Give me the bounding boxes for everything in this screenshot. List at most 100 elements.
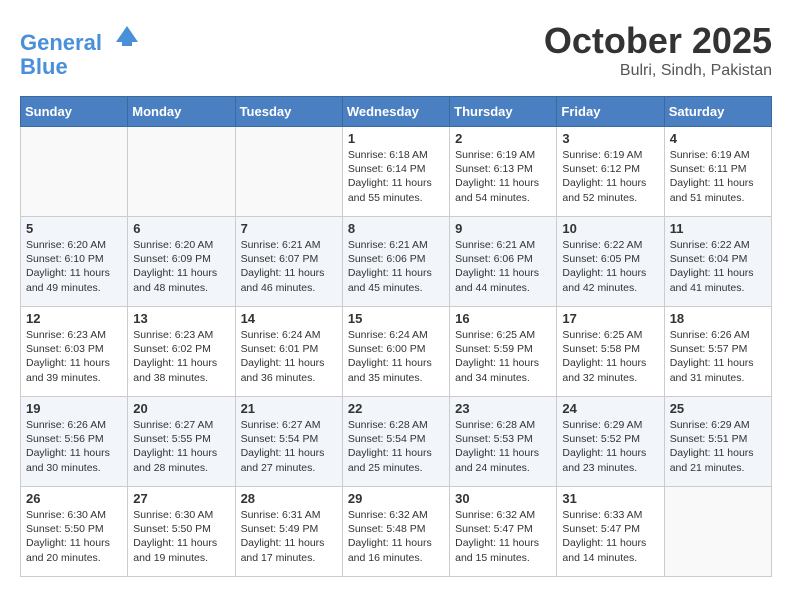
logo-blue: Blue — [20, 54, 68, 79]
day-info: Sunrise: 6:24 AM Sunset: 6:00 PM Dayligh… — [348, 328, 444, 385]
day-number: 7 — [241, 221, 337, 236]
weekday-friday: Friday — [557, 97, 664, 127]
day-cell — [235, 127, 342, 217]
day-info: Sunrise: 6:26 AM Sunset: 5:57 PM Dayligh… — [670, 328, 766, 385]
week-row-3: 12 Sunrise: 6:23 AM Sunset: 6:03 PM Dayli… — [21, 307, 772, 397]
day-cell: 26 Sunrise: 6:30 AM Sunset: 5:50 PM Dayli… — [21, 487, 128, 577]
day-cell: 17 Sunrise: 6:25 AM Sunset: 5:58 PM Dayli… — [557, 307, 664, 397]
day-cell: 5 Sunrise: 6:20 AM Sunset: 6:10 PM Daylig… — [21, 217, 128, 307]
day-number: 9 — [455, 221, 551, 236]
day-cell: 8 Sunrise: 6:21 AM Sunset: 6:06 PM Daylig… — [342, 217, 449, 307]
day-number: 21 — [241, 401, 337, 416]
day-number: 24 — [562, 401, 658, 416]
day-cell: 4 Sunrise: 6:19 AM Sunset: 6:11 PM Daylig… — [664, 127, 771, 217]
day-cell: 23Sunrise: 6:28 AM Sunset: 5:53 PM Dayli… — [450, 397, 557, 487]
day-cell: 25 Sunrise: 6:29 AM Sunset: 5:51 PM Dayli… — [664, 397, 771, 487]
day-cell: 21Sunrise: 6:27 AM Sunset: 5:54 PM Dayli… — [235, 397, 342, 487]
day-number: 26 — [26, 491, 122, 506]
day-cell: 7 Sunrise: 6:21 AM Sunset: 6:07 PM Daylig… — [235, 217, 342, 307]
day-number: 3 — [562, 131, 658, 146]
day-number: 18 — [670, 311, 766, 326]
day-number: 14 — [241, 311, 337, 326]
day-number: 15 — [348, 311, 444, 326]
day-cell: 30 Sunrise: 6:32 AM Sunset: 5:47 PM Dayli… — [450, 487, 557, 577]
location: Bulri, Sindh, Pakistan — [544, 62, 772, 80]
day-cell: 11Sunrise: 6:22 AM Sunset: 6:04 PM Dayli… — [664, 217, 771, 307]
day-info: Sunrise: 6:21 AM Sunset: 6:07 PM Dayligh… — [241, 238, 337, 295]
day-cell: 2Sunrise: 6:19 AM Sunset: 6:13 PM Daylig… — [450, 127, 557, 217]
weekday-wednesday: Wednesday — [342, 97, 449, 127]
weekday-sunday: Sunday — [21, 97, 128, 127]
day-cell — [664, 487, 771, 577]
day-number: 12 — [26, 311, 122, 326]
weekday-saturday: Saturday — [664, 97, 771, 127]
day-info: Sunrise: 6:20 AM Sunset: 6:09 PM Dayligh… — [133, 238, 229, 295]
page-header: General Blue October 2025 Bulri, Sindh, … — [20, 20, 772, 80]
day-cell — [128, 127, 235, 217]
week-row-1: 1 Sunrise: 6:18 AM Sunset: 6:14 PM Daylig… — [21, 127, 772, 217]
day-cell: 18 Sunrise: 6:26 AM Sunset: 5:57 PM Dayli… — [664, 307, 771, 397]
day-info: Sunrise: 6:29 AM Sunset: 5:52 PM Dayligh… — [562, 418, 658, 475]
day-number: 23 — [455, 401, 551, 416]
day-info: Sunrise: 6:28 AM Sunset: 5:54 PM Dayligh… — [348, 418, 444, 475]
day-info: Sunrise: 6:29 AM Sunset: 5:51 PM Dayligh… — [670, 418, 766, 475]
day-cell: 15 Sunrise: 6:24 AM Sunset: 6:00 PM Dayli… — [342, 307, 449, 397]
day-info: Sunrise: 6:21 AM Sunset: 6:06 PM Dayligh… — [348, 238, 444, 295]
day-number: 28 — [241, 491, 337, 506]
day-number: 4 — [670, 131, 766, 146]
day-info: Sunrise: 6:30 AM Sunset: 5:50 PM Dayligh… — [26, 508, 122, 565]
day-cell: 31Sunrise: 6:33 AM Sunset: 5:47 PM Dayli… — [557, 487, 664, 577]
day-number: 19 — [26, 401, 122, 416]
day-number: 5 — [26, 221, 122, 236]
day-info: Sunrise: 6:23 AM Sunset: 6:02 PM Dayligh… — [133, 328, 229, 385]
day-info: Sunrise: 6:32 AM Sunset: 5:47 PM Dayligh… — [455, 508, 551, 565]
day-info: Sunrise: 6:33 AM Sunset: 5:47 PM Dayligh… — [562, 508, 658, 565]
day-cell: 6 Sunrise: 6:20 AM Sunset: 6:09 PM Daylig… — [128, 217, 235, 307]
day-number: 6 — [133, 221, 229, 236]
day-info: Sunrise: 6:26 AM Sunset: 5:56 PM Dayligh… — [26, 418, 122, 475]
weekday-monday: Monday — [128, 97, 235, 127]
week-row-2: 5 Sunrise: 6:20 AM Sunset: 6:10 PM Daylig… — [21, 217, 772, 307]
day-info: Sunrise: 6:20 AM Sunset: 6:10 PM Dayligh… — [26, 238, 122, 295]
day-info: Sunrise: 6:31 AM Sunset: 5:49 PM Dayligh… — [241, 508, 337, 565]
day-info: Sunrise: 6:18 AM Sunset: 6:14 PM Dayligh… — [348, 148, 444, 205]
weekday-thursday: Thursday — [450, 97, 557, 127]
calendar-table: SundayMondayTuesdayWednesdayThursdayFrid… — [20, 96, 772, 577]
day-info: Sunrise: 6:23 AM Sunset: 6:03 PM Dayligh… — [26, 328, 122, 385]
day-cell: 13Sunrise: 6:23 AM Sunset: 6:02 PM Dayli… — [128, 307, 235, 397]
day-cell: 12 Sunrise: 6:23 AM Sunset: 6:03 PM Dayli… — [21, 307, 128, 397]
day-info: Sunrise: 6:21 AM Sunset: 6:06 PM Dayligh… — [455, 238, 551, 295]
day-info: Sunrise: 6:19 AM Sunset: 6:12 PM Dayligh… — [562, 148, 658, 205]
day-cell: 16Sunrise: 6:25 AM Sunset: 5:59 PM Dayli… — [450, 307, 557, 397]
logo-icon — [112, 20, 142, 50]
day-number: 29 — [348, 491, 444, 506]
day-cell: 10Sunrise: 6:22 AM Sunset: 6:05 PM Dayli… — [557, 217, 664, 307]
day-number: 27 — [133, 491, 229, 506]
title-block: October 2025 Bulri, Sindh, Pakistan — [544, 20, 772, 80]
day-cell: 22Sunrise: 6:28 AM Sunset: 5:54 PM Dayli… — [342, 397, 449, 487]
day-info: Sunrise: 6:27 AM Sunset: 5:55 PM Dayligh… — [133, 418, 229, 475]
day-number: 1 — [348, 131, 444, 146]
logo: General Blue — [20, 20, 142, 79]
day-cell: 3 Sunrise: 6:19 AM Sunset: 6:12 PM Daylig… — [557, 127, 664, 217]
day-info: Sunrise: 6:30 AM Sunset: 5:50 PM Dayligh… — [133, 508, 229, 565]
day-number: 25 — [670, 401, 766, 416]
day-number: 16 — [455, 311, 551, 326]
calendar-body: 1 Sunrise: 6:18 AM Sunset: 6:14 PM Daylig… — [21, 127, 772, 577]
day-number: 11 — [670, 221, 766, 236]
day-number: 30 — [455, 491, 551, 506]
day-cell: 24 Sunrise: 6:29 AM Sunset: 5:52 PM Dayli… — [557, 397, 664, 487]
day-cell: 19 Sunrise: 6:26 AM Sunset: 5:56 PM Dayli… — [21, 397, 128, 487]
day-info: Sunrise: 6:24 AM Sunset: 6:01 PM Dayligh… — [241, 328, 337, 385]
day-number: 8 — [348, 221, 444, 236]
day-number: 17 — [562, 311, 658, 326]
day-info: Sunrise: 6:25 AM Sunset: 5:58 PM Dayligh… — [562, 328, 658, 385]
logo-general: General — [20, 30, 102, 55]
month-title: October 2025 — [544, 20, 772, 62]
day-info: Sunrise: 6:32 AM Sunset: 5:48 PM Dayligh… — [348, 508, 444, 565]
day-cell: 27 Sunrise: 6:30 AM Sunset: 5:50 PM Dayli… — [128, 487, 235, 577]
day-cell: 29 Sunrise: 6:32 AM Sunset: 5:48 PM Dayli… — [342, 487, 449, 577]
day-info: Sunrise: 6:19 AM Sunset: 6:11 PM Dayligh… — [670, 148, 766, 205]
day-cell: 9 Sunrise: 6:21 AM Sunset: 6:06 PM Daylig… — [450, 217, 557, 307]
weekday-tuesday: Tuesday — [235, 97, 342, 127]
